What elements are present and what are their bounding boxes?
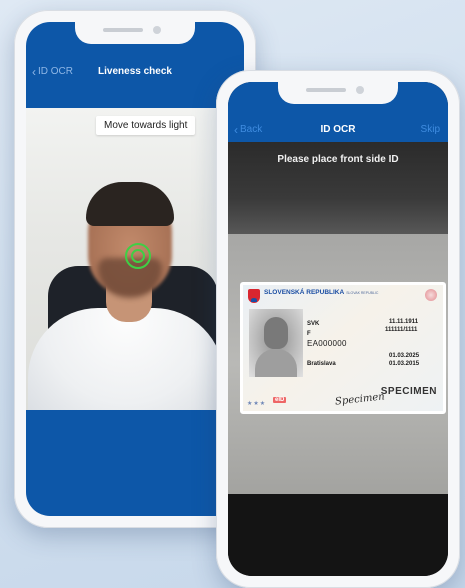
screen-id-ocr: ‹ Back ID OCR Skip Please place front si…	[228, 82, 448, 576]
speaker	[103, 28, 143, 32]
card-doc-number: EA000000	[307, 339, 347, 348]
card-field-sex: F	[307, 331, 311, 337]
card-personal-number: 111111/1111	[385, 327, 418, 333]
card-logo: eID	[273, 397, 287, 403]
front-camera	[153, 26, 161, 34]
card-issuer-place: Bratislava	[307, 361, 336, 367]
liveness-hint: Move towards light	[96, 116, 196, 135]
skip-button[interactable]: Skip	[421, 124, 440, 135]
camera-bottom-area	[228, 494, 448, 576]
id-card: SLOVENSKÁ REPUBLIKA SLOVAK REPUBLIC SVK F…	[240, 282, 446, 414]
card-date-of-birth: 11.11.1911	[389, 319, 419, 325]
card-photo	[249, 309, 303, 377]
id-card-header: SLOVENSKÁ REPUBLIKA SLOVAK REPUBLIC	[243, 285, 443, 303]
notch	[278, 82, 398, 104]
person-hair	[86, 182, 174, 226]
front-camera	[356, 86, 364, 94]
face-target-icon	[125, 243, 151, 269]
card-issue-date: 01.03.2015	[389, 361, 420, 367]
phone-id-ocr: ‹ Back ID OCR Skip Please place front si…	[216, 70, 460, 588]
person-torso	[28, 308, 224, 410]
notch	[75, 22, 195, 44]
nav-bar: ‹ ID OCR Liveness check	[26, 60, 244, 86]
chevron-left-icon: ‹	[32, 64, 36, 79]
card-country-en: SLOVAK REPUBLIC	[346, 291, 379, 295]
back-button[interactable]: ‹ Back	[234, 122, 263, 137]
card-specimen-stamp: SPECIMEN	[380, 386, 437, 397]
card-field-nationality: SVK	[307, 321, 320, 327]
back-button[interactable]: ‹ ID OCR	[32, 64, 73, 79]
screen-liveness: ‹ ID OCR Liveness check Move towards lig…	[26, 22, 244, 516]
eu-stars-icon: ★★★	[247, 401, 267, 407]
scan-instruction: Please place front side ID	[277, 154, 399, 165]
back-label: ID OCR	[38, 66, 73, 77]
card-country: SLOVENSKÁ REPUBLIKA SLOVAK REPUBLIC	[264, 289, 378, 296]
chevron-left-icon: ‹	[234, 122, 238, 137]
card-country-text: SLOVENSKÁ REPUBLIKA	[264, 289, 345, 296]
hologram-icon	[425, 289, 437, 301]
camera-preview: Move towards light	[26, 108, 244, 410]
coat-of-arms-icon	[248, 289, 260, 303]
card-expiry-date: 01.03.2025	[389, 353, 420, 359]
back-label: Back	[240, 124, 263, 135]
speaker	[306, 88, 346, 92]
nav-bar: ‹ Back ID OCR Skip	[228, 118, 448, 144]
